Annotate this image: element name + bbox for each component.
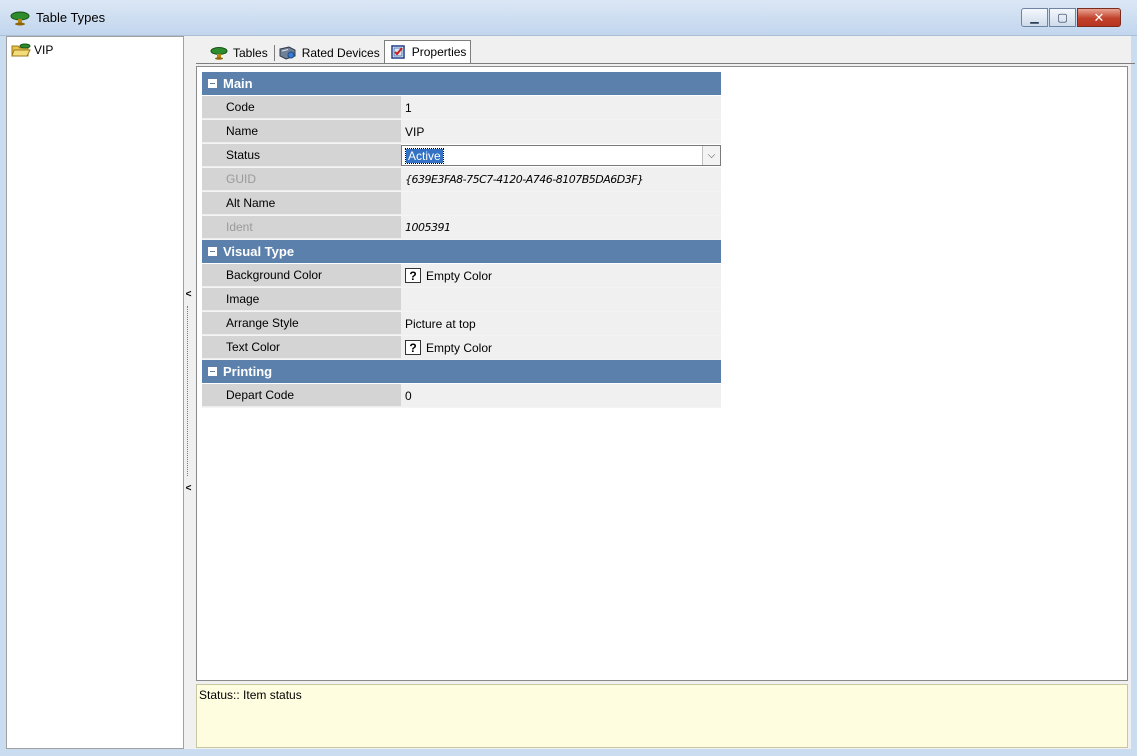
tab-strip: Tables Rated Devices Properties <box>202 40 472 63</box>
property-guid: GUID {639E3FA8-75C7-4120-A746-8107B5DA6D… <box>202 168 721 192</box>
property-text-color[interactable]: Text Color ? Empty Color <box>202 336 721 360</box>
property-value[interactable]: Picture at top <box>401 312 721 335</box>
collapse-icon[interactable] <box>208 367 217 376</box>
status-selected-value[interactable]: Active <box>405 147 444 164</box>
property-alt-name[interactable]: Alt Name <box>202 192 721 216</box>
collapse-left-button-bottom[interactable]: < <box>185 482 192 496</box>
tab-properties[interactable]: Properties <box>383 40 472 63</box>
collapse-left-button[interactable]: < <box>185 288 192 302</box>
property-name-row[interactable]: Name VIP <box>202 120 721 144</box>
property-status[interactable]: Status Active ⌵ <box>202 144 721 168</box>
close-button[interactable]: ✕ <box>1077 8 1121 27</box>
tree-item-label: VIP <box>34 43 54 57</box>
chevron-left-icon: < <box>185 289 192 300</box>
property-name: Depart Code <box>202 384 401 407</box>
status-select[interactable]: Active ⌵ <box>401 145 721 166</box>
minimize-icon: ▁ <box>1030 12 1039 24</box>
color-swatch-icon: ? <box>405 268 421 283</box>
property-image[interactable]: Image <box>202 288 721 312</box>
category-printing[interactable]: Printing <box>202 360 721 384</box>
tab-rated-devices[interactable]: Rated Devices <box>277 43 384 63</box>
rated-device-icon <box>279 46 296 60</box>
property-name: Status <box>202 144 401 167</box>
property-grid-panel[interactable]: Main Code 1 Name VIP Status Active ⌵ GUI… <box>196 66 1128 681</box>
table-icon <box>210 47 228 60</box>
property-depart-code[interactable]: Depart Code 0 <box>202 384 721 408</box>
chevron-left-icon: < <box>185 483 192 494</box>
close-icon: ✕ <box>1093 9 1105 25</box>
property-name: GUID <box>202 168 401 191</box>
property-background-color[interactable]: Background Color ? Empty Color <box>202 264 721 288</box>
description-text: Status:: Item status <box>199 688 302 702</box>
tab-tables[interactable]: Tables <box>202 43 272 63</box>
chevron-down-icon: ⌵ <box>707 150 716 161</box>
minimize-button[interactable]: ▁ <box>1021 8 1048 27</box>
collapse-icon[interactable] <box>208 247 217 256</box>
property-name: Image <box>202 288 401 311</box>
property-value: {639E3FA8-75C7-4120-A746-8107B5DA6D3F} <box>401 168 721 191</box>
property-grid[interactable]: Main Code 1 Name VIP Status Active ⌵ GUI… <box>202 72 721 408</box>
tree-item-vip[interactable]: VIP <box>11 41 53 59</box>
maximize-icon: ▢ <box>1057 12 1068 24</box>
splitter[interactable]: < < <box>184 36 193 749</box>
table-icon <box>10 11 30 26</box>
category-main[interactable]: Main <box>202 72 721 96</box>
property-value[interactable]: VIP <box>401 120 721 143</box>
property-name: Arrange Style <box>202 312 401 335</box>
category-visual-type[interactable]: Visual Type <box>202 240 721 264</box>
color-value: Empty Color <box>426 340 493 355</box>
property-value[interactable]: ? Empty Color <box>401 264 721 287</box>
tab-label: Properties <box>411 45 467 59</box>
collapse-icon[interactable] <box>208 79 217 88</box>
tab-label: Tables <box>233 46 268 60</box>
table-types-tree[interactable]: VIP <box>6 36 184 749</box>
category-label: Printing <box>223 364 273 379</box>
property-description: Status:: Item status <box>196 684 1128 748</box>
property-name: Ident <box>202 216 401 239</box>
window-title: Table Types <box>36 10 106 25</box>
property-name: Text Color <box>202 336 401 359</box>
property-ident: Ident 1005391 <box>202 216 721 240</box>
property-value[interactable]: 1 <box>401 96 721 119</box>
color-swatch-icon: ? <box>405 340 421 355</box>
property-name: Name <box>202 120 401 143</box>
property-value[interactable]: 0 <box>401 384 721 407</box>
maximize-button[interactable]: ▢ <box>1049 8 1076 27</box>
title-bar[interactable]: Table Types ▁ ▢ ✕ <box>0 0 1137 36</box>
properties-checklist-icon <box>390 45 405 59</box>
tab-label: Rated Devices <box>301 46 380 60</box>
window-client: VIP < < Tables Rated Devices Properties … <box>6 36 1135 749</box>
property-name: Code <box>202 96 401 119</box>
property-value: 1005391 <box>401 216 721 239</box>
tab-separator <box>273 45 275 61</box>
tab-underline <box>196 63 1135 64</box>
splitter-grip <box>187 306 188 476</box>
property-arrange-style[interactable]: Arrange Style Picture at top <box>202 312 721 336</box>
property-code[interactable]: Code 1 <box>202 96 721 120</box>
dropdown-button[interactable]: ⌵ <box>702 146 720 165</box>
open-folder-table-icon <box>11 43 31 57</box>
property-value[interactable] <box>401 192 721 215</box>
property-value[interactable] <box>401 288 721 311</box>
category-label: Main <box>223 76 253 91</box>
property-name: Alt Name <box>202 192 401 215</box>
category-label: Visual Type <box>223 244 295 259</box>
property-name: Background Color <box>202 264 401 287</box>
property-value[interactable]: ? Empty Color <box>401 336 721 359</box>
color-value: Empty Color <box>426 268 493 283</box>
